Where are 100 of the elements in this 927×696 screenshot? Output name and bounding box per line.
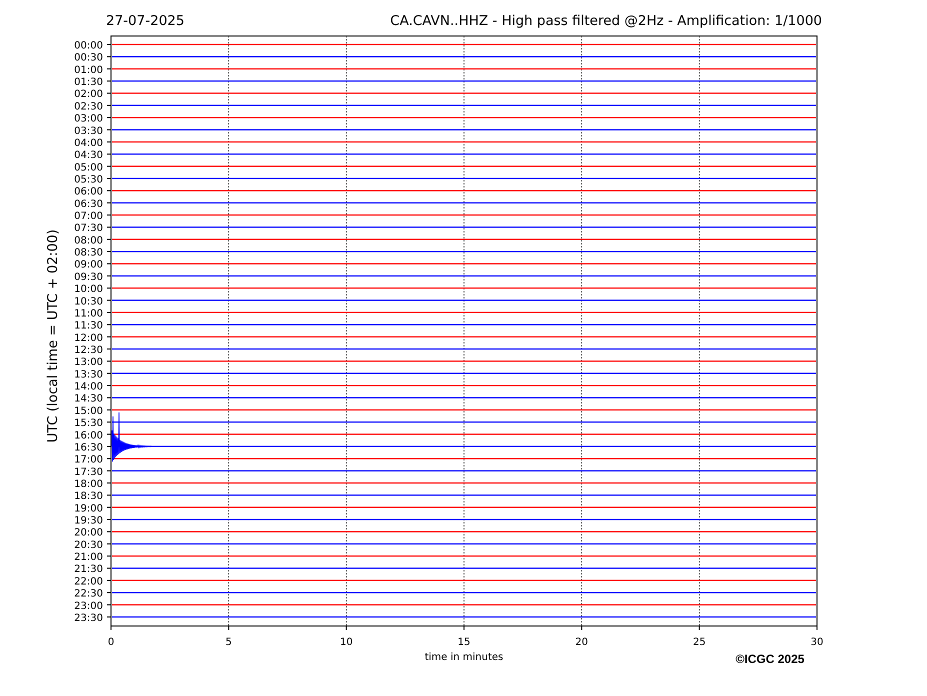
tick-mark [106, 592, 112, 594]
tick-mark [106, 531, 112, 532]
tick-label: 02:00 [74, 89, 103, 100]
axis-label: UTC (local time = UTC + 02:00) [45, 229, 61, 443]
tick-label: 10:30 [74, 296, 103, 308]
tick-mark [106, 494, 112, 496]
tick-mark [106, 336, 112, 338]
tick-mark [106, 385, 112, 386]
tick-label: 08:00 [74, 235, 103, 246]
tick-label: 13:30 [74, 369, 103, 380]
tick-mark [106, 372, 112, 374]
tick-mark [106, 556, 112, 557]
axis-label: time in minutes [424, 652, 504, 663]
tick-mark [106, 44, 112, 45]
tick-mark [106, 422, 112, 423]
tick-mark [106, 251, 112, 252]
tick-label: 13:00 [74, 357, 103, 368]
tick-label: 5 [225, 637, 232, 648]
tick-label: 03:00 [74, 114, 103, 125]
tick-label: 23:00 [74, 600, 103, 612]
plot-title: CA.CAVN..HHZ - High pass filtered @2Hz - Amplification: 1/1000 [390, 13, 822, 29]
tick-mark [106, 300, 112, 301]
tick-label: 21:30 [74, 564, 103, 576]
tick-label: 08:30 [74, 248, 103, 259]
tick-mark [106, 434, 112, 435]
tick-label: 19:30 [74, 516, 103, 527]
tick-mark [106, 324, 112, 326]
tick-mark [106, 360, 112, 362]
tick-mark [228, 626, 230, 630]
tick-label: 05:00 [74, 162, 103, 174]
tick-label: 10:00 [74, 284, 103, 296]
tick-label: 16:00 [74, 430, 103, 442]
tick-mark [106, 604, 112, 606]
tick-label: 06:30 [74, 198, 103, 210]
tick-mark [106, 543, 112, 544]
tick-label: 12:00 [74, 332, 103, 344]
tick-label: 04:00 [74, 138, 103, 149]
tick-label: 20:00 [74, 528, 103, 539]
tick-label: 30 [810, 637, 824, 648]
tick-mark [106, 190, 112, 192]
tick-mark [106, 568, 112, 569]
tick-label: 15:30 [74, 418, 103, 430]
tick-mark [106, 117, 112, 118]
tick-mark [106, 141, 112, 142]
tick-mark [106, 263, 112, 264]
tick-label: 09:00 [74, 260, 103, 271]
tick-label: 05:30 [74, 174, 103, 186]
tick-mark [106, 178, 112, 179]
tick-label: 11:00 [74, 308, 103, 320]
tick-label: 15:00 [74, 406, 103, 417]
tick-label: 25 [692, 637, 706, 648]
tick-mark [106, 348, 112, 350]
tick-mark [106, 446, 112, 447]
tick-mark [106, 129, 112, 130]
tick-label: 18:00 [74, 478, 103, 490]
tick-mark [106, 80, 112, 82]
waveform-drawing [112, 412, 152, 462]
tick-mark [106, 519, 112, 520]
tick-label: 18:30 [74, 491, 103, 502]
tick-mark [106, 616, 112, 618]
tick-mark [106, 238, 112, 240]
tick-label: 15 [458, 637, 470, 648]
tick-mark [106, 482, 112, 484]
tick-mark [106, 226, 112, 228]
tick-mark [106, 275, 112, 276]
tick-label: 10 [340, 637, 353, 648]
copyright-text: ©ICGC 2025 [736, 652, 804, 666]
tick-label: 12:30 [74, 345, 103, 356]
tick-label: 19:00 [74, 503, 103, 514]
tick-label: 09:30 [74, 272, 103, 283]
tick-label: 20 [575, 637, 588, 648]
tick-label: 0 [108, 637, 114, 648]
tick-label: 07:30 [74, 223, 103, 234]
tick-label: 17:00 [74, 454, 103, 466]
tick-label: 17:30 [74, 466, 103, 478]
tick-label: 21:00 [74, 552, 103, 564]
tick-label: 01:30 [74, 77, 103, 88]
tick-mark [106, 409, 112, 410]
tick-label: 22:30 [74, 588, 103, 600]
tick-label: 00:00 [74, 40, 103, 52]
tick-label: 14:30 [74, 394, 103, 405]
tick-mark [106, 202, 112, 204]
tick-label: 20:30 [74, 540, 103, 551]
tick-label: 02:30 [74, 101, 103, 112]
tick-label: 23:30 [74, 612, 103, 624]
tick-label: 11:30 [74, 320, 103, 332]
tick-mark [106, 68, 112, 70]
tick-label: 22:00 [74, 576, 103, 588]
tick-label: 03:30 [74, 126, 103, 137]
tick-mark [581, 626, 582, 630]
tick-label: 06:00 [74, 186, 103, 198]
tick-mark [106, 506, 112, 508]
tick-mark [106, 166, 112, 167]
tick-label: 14:00 [74, 382, 103, 393]
tick-mark [106, 397, 112, 398]
tick-mark [106, 458, 112, 460]
tick-label: 01:00 [74, 64, 103, 76]
tick-mark [106, 92, 112, 94]
tick-mark [106, 214, 112, 216]
tick-label: 04:30 [74, 150, 103, 162]
